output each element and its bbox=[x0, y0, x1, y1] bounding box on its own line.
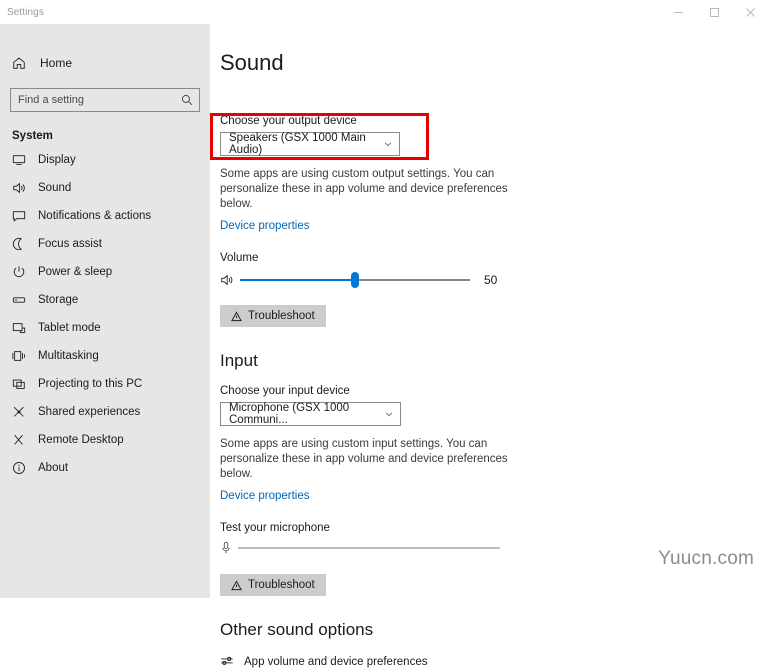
app-volume-preferences-item[interactable]: App volume and device preferences bbox=[220, 655, 590, 669]
sidebar-item-label: Notifications & actions bbox=[38, 210, 152, 222]
sidebar-item-remote-desktop[interactable]: Remote Desktop bbox=[0, 426, 210, 454]
volume-value: 50 bbox=[484, 273, 498, 287]
drive-icon bbox=[12, 293, 34, 307]
volume-fill bbox=[240, 279, 355, 281]
sidebar-item-projecting[interactable]: Projecting to this PC bbox=[0, 370, 210, 398]
sidebar-item-display[interactable]: Display bbox=[0, 146, 210, 174]
output-troubleshoot-button[interactable]: Troubleshoot bbox=[220, 305, 326, 327]
project-icon bbox=[12, 377, 34, 391]
input-heading: Input bbox=[220, 351, 258, 370]
home-icon bbox=[12, 56, 36, 70]
sidebar-item-label: About bbox=[38, 462, 69, 474]
input-device-note: Some apps are using custom input setting… bbox=[220, 438, 508, 480]
sidebar-home-label: Home bbox=[40, 56, 73, 70]
mixer-icon bbox=[220, 655, 234, 669]
settings-column: Sound Choose your output device Speakers… bbox=[220, 24, 590, 669]
watermark: Yuucn.com bbox=[658, 548, 754, 569]
search-input[interactable] bbox=[11, 89, 161, 111]
volume-section: Volume 50 Troubleshoot bbox=[220, 252, 590, 327]
chevron-down-icon bbox=[384, 409, 394, 419]
sidebar-item-multitasking[interactable]: Multitasking bbox=[0, 342, 210, 370]
volume-slider[interactable] bbox=[240, 272, 470, 288]
microphone-level-bar bbox=[238, 547, 500, 549]
sidebar-item-storage[interactable]: Storage bbox=[0, 286, 210, 314]
power-icon bbox=[12, 265, 34, 279]
input-device-properties-link[interactable]: Device properties bbox=[220, 490, 309, 502]
sidebar-item-label: Shared experiences bbox=[38, 406, 141, 418]
remote-icon bbox=[12, 433, 34, 447]
close-button[interactable] bbox=[732, 0, 768, 24]
share-icon bbox=[12, 405, 34, 419]
input-troubleshoot-button[interactable]: Troubleshoot bbox=[220, 574, 326, 596]
multitask-icon bbox=[12, 349, 34, 363]
tablet-icon bbox=[12, 321, 34, 335]
chevron-down-icon bbox=[383, 139, 393, 149]
moon-icon bbox=[12, 237, 34, 251]
sidebar-group-title: System bbox=[12, 130, 53, 142]
input-section: Input Choose your input device Microphon… bbox=[220, 351, 590, 596]
input-troubleshoot-label: Troubleshoot bbox=[248, 579, 315, 591]
output-device-note: Some apps are using custom output settin… bbox=[220, 168, 508, 210]
sidebar-item-label: Tablet mode bbox=[38, 322, 101, 334]
output-device-properties-link[interactable]: Device properties bbox=[220, 220, 309, 232]
warning-icon bbox=[231, 310, 242, 322]
sidebar-item-sound[interactable]: Sound bbox=[0, 174, 210, 202]
output-device-label: Choose your output device bbox=[220, 115, 357, 127]
sidebar-item-label: Multitasking bbox=[38, 350, 99, 362]
sidebar-item-label: Sound bbox=[38, 182, 72, 194]
app-volume-preferences-label: App volume and device preferences bbox=[244, 656, 428, 668]
monitor-icon bbox=[12, 153, 34, 167]
speaker-icon[interactable] bbox=[220, 273, 240, 287]
other-sound-options-heading: Other sound options bbox=[220, 620, 374, 639]
minimize-button[interactable] bbox=[660, 0, 696, 24]
sidebar-item-notifications[interactable]: Notifications & actions bbox=[0, 202, 210, 230]
sidebar-item-label: Power & sleep bbox=[38, 266, 113, 278]
volume-slider-row: 50 bbox=[220, 272, 590, 288]
output-device-value: Speakers (GSX 1000 Main Audio) bbox=[229, 132, 366, 156]
output-device-section: Choose your output device Speakers (GSX … bbox=[220, 115, 590, 234]
sidebar-item-label: Projecting to this PC bbox=[38, 378, 143, 390]
sidebar-item-label: Display bbox=[38, 154, 76, 166]
microphone-level-row bbox=[220, 541, 590, 555]
sidebar-item-focus-assist[interactable]: Focus assist bbox=[0, 230, 210, 258]
sidebar-item-home[interactable]: Home bbox=[0, 46, 210, 80]
sidebar-item-power-sleep[interactable]: Power & sleep bbox=[0, 258, 210, 286]
sidebar-item-shared-experiences[interactable]: Shared experiences bbox=[0, 398, 210, 426]
main-content: Sound Choose your output device Speakers… bbox=[210, 24, 768, 668]
window-controls bbox=[660, 0, 768, 24]
sidebar-item-label: Remote Desktop bbox=[38, 434, 124, 446]
input-device-label: Choose your input device bbox=[220, 385, 350, 397]
input-device-value: Microphone (GSX 1000 Communi... bbox=[229, 402, 350, 426]
speaker-icon bbox=[12, 181, 34, 195]
output-device-combobox[interactable]: Speakers (GSX 1000 Main Audio) bbox=[220, 132, 400, 156]
info-icon bbox=[12, 461, 34, 475]
sidebar-item-label: Focus assist bbox=[38, 238, 102, 250]
sidebar-item-tablet-mode[interactable]: Tablet mode bbox=[0, 314, 210, 342]
warning-icon bbox=[231, 579, 242, 591]
window-title: Settings bbox=[7, 6, 44, 18]
sidebar-item-label: Storage bbox=[38, 294, 79, 306]
microphone-icon bbox=[220, 541, 238, 555]
input-device-combobox[interactable]: Microphone (GSX 1000 Communi... bbox=[220, 402, 401, 426]
notification-icon bbox=[12, 209, 34, 223]
search-icon[interactable] bbox=[181, 94, 193, 106]
sidebar: Home System Display bbox=[0, 24, 210, 598]
test-microphone-label: Test your microphone bbox=[220, 522, 330, 534]
title-bar: Settings bbox=[0, 0, 768, 24]
volume-label: Volume bbox=[220, 252, 259, 264]
page-title: Sound bbox=[220, 50, 284, 75]
other-sound-options-section: Other sound options App volume and devic… bbox=[220, 620, 590, 669]
search-box[interactable] bbox=[10, 88, 200, 112]
output-troubleshoot-label: Troubleshoot bbox=[248, 310, 315, 322]
app-shell: Home System Display bbox=[0, 24, 768, 668]
volume-thumb[interactable] bbox=[351, 272, 359, 288]
sidebar-item-about[interactable]: About bbox=[0, 454, 210, 482]
maximize-button[interactable] bbox=[696, 0, 732, 24]
